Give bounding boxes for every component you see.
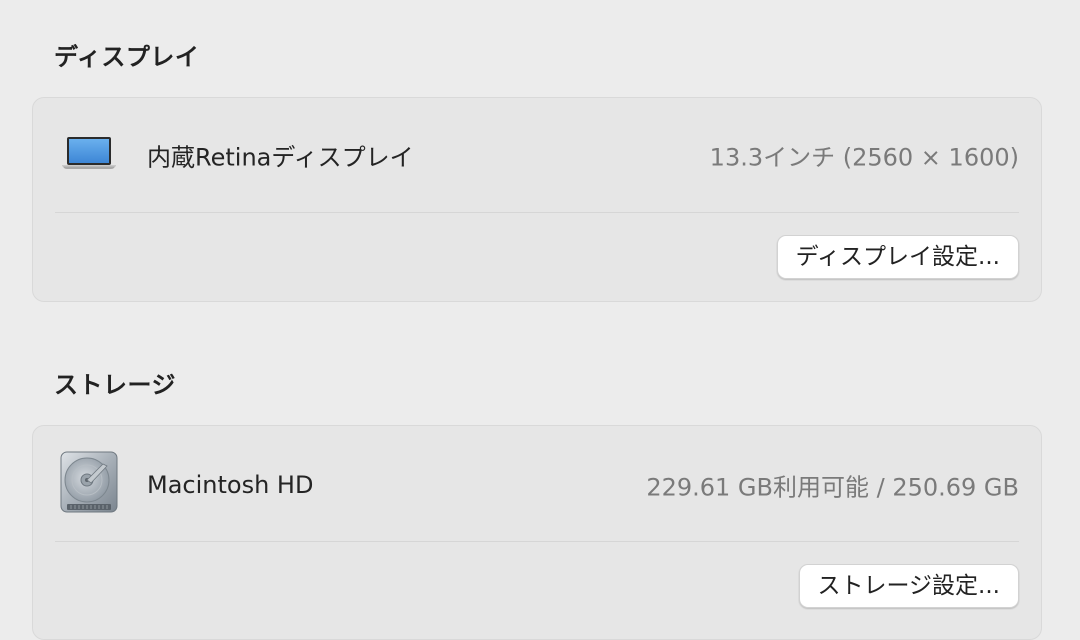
display-divider (55, 212, 1019, 213)
display-card: 内蔵Retinaディスプレイ 13.3インチ (2560 × 1600) ディス… (32, 97, 1042, 302)
storage-divider (55, 541, 1019, 542)
storage-capacity: 229.61 GB利用可能 / 250.69 GB (646, 473, 1019, 502)
display-section-title: ディスプレイ (54, 43, 200, 71)
storage-name: Macintosh HD (147, 471, 314, 499)
hard-drive-icon (57, 450, 121, 520)
display-spec: 13.3インチ (2560 × 1600) (709, 143, 1019, 172)
display-row[interactable]: 内蔵Retinaディスプレイ 13.3インチ (2560 × 1600) (33, 100, 1041, 210)
storage-settings-button[interactable]: ストレージ設定... (798, 564, 1019, 608)
storage-card: Macintosh HD 229.61 GB利用可能 / 250.69 GB ス… (32, 425, 1042, 640)
display-name: 内蔵Retinaディスプレイ (147, 143, 414, 172)
storage-row[interactable]: Macintosh HD 229.61 GB利用可能 / 250.69 GB (33, 430, 1041, 540)
storage-section-title: ストレージ (54, 371, 177, 399)
display-settings-button[interactable]: ディスプレイ設定... (776, 235, 1019, 279)
laptop-icon (61, 136, 117, 174)
